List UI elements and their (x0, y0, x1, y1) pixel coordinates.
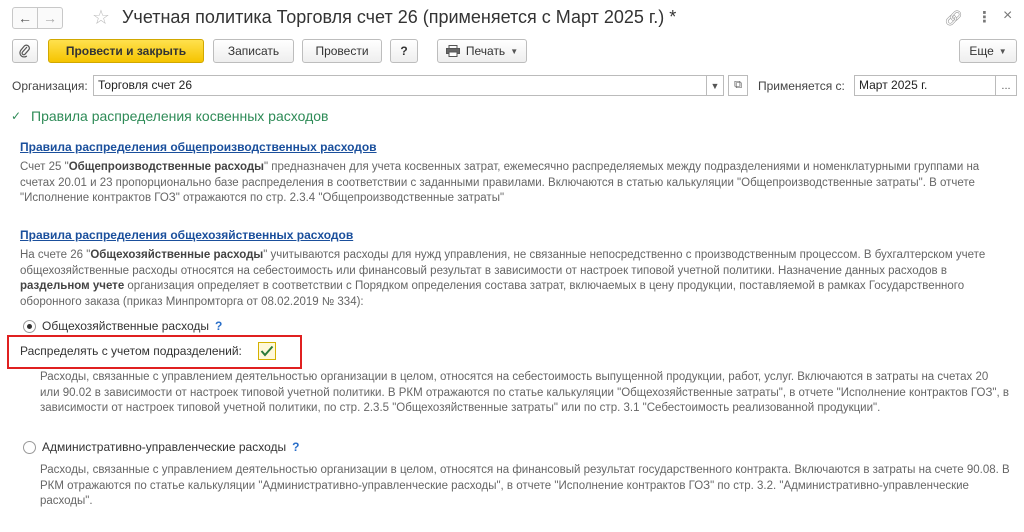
help-button[interactable]: ? (390, 39, 418, 63)
chevron-down-icon: ✓ (11, 109, 22, 123)
post-and-close-button[interactable]: Провести и закрыть (48, 39, 204, 63)
post-button[interactable]: Провести (302, 39, 382, 63)
overhead-rules-link[interactable]: Правила распределения общепроизводственн… (20, 140, 377, 154)
applies-from-select-button[interactable]: ... (995, 75, 1017, 96)
organization-dropdown-button[interactable]: ▼ (706, 75, 724, 96)
admin-expenses-description: Расходы, связанные с управлением деятель… (40, 464, 1010, 507)
help-icon[interactable]: ? (292, 440, 299, 454)
title-bar: ← → ☆ Учетная политика Торговля счет 26 … (0, 0, 1024, 36)
print-button[interactable]: Печать ▼ (437, 39, 527, 63)
organization-label: Организация: (12, 79, 88, 93)
general-expenses-description: Расходы, связанные с управлением деятель… (40, 371, 1009, 414)
paperclip-icon (19, 44, 30, 58)
chevron-down-icon: ▼ (710, 80, 720, 91)
overhead-description: Счет 25 "Общепроизводственные расходы" п… (20, 161, 980, 204)
admin-expenses-option: Административно-управленческие расходы? (42, 440, 300, 454)
arrow-left-icon: ← (18, 10, 32, 26)
chevron-down-icon: ▼ (510, 46, 519, 56)
general-expenses-radio[interactable] (23, 320, 36, 333)
applies-from-label: Применяется с: (758, 79, 845, 93)
admin-expenses-radio[interactable] (23, 441, 36, 454)
window-title: Учетная политика Торговля счет 26 (приме… (122, 7, 677, 27)
forward-button[interactable]: → (37, 7, 63, 29)
help-icon[interactable]: ? (215, 319, 222, 333)
more-vertical-icon[interactable]: ⋮ (977, 8, 992, 26)
check-icon (260, 345, 274, 357)
open-form-icon: ⧉ (734, 79, 742, 91)
section-title: Правила распределения косвенных расходов (31, 108, 329, 124)
back-button[interactable]: ← (12, 7, 38, 29)
save-button[interactable]: Записать (213, 39, 294, 63)
organization-open-button[interactable]: ⧉ (728, 75, 748, 96)
applies-from-field[interactable]: Март 2025 г. (854, 75, 996, 96)
chevron-down-icon: ▼ (998, 46, 1007, 56)
more-button[interactable]: Еще ▼ (959, 39, 1017, 63)
distribute-by-division-label: Распределять с учетом подразделений: (20, 344, 242, 358)
favorite-star-icon[interactable]: ☆ (92, 5, 110, 30)
print-button-label: Печать (465, 44, 506, 58)
printer-icon (445, 45, 460, 57)
close-icon[interactable]: × (1003, 7, 1012, 25)
general-expenses-option: Общехозяйственные расходы? (42, 319, 223, 333)
general-rules-link[interactable]: Правила распределения общехозяйственных … (20, 228, 353, 242)
arrow-right-icon: → (43, 10, 57, 26)
distribute-by-division-checkbox[interactable] (258, 342, 276, 360)
general-description: На счете 26 "Общехозяйственные расходы" … (20, 249, 986, 308)
organization-field[interactable]: Торговля счет 26 (93, 75, 707, 96)
attach-button[interactable] (12, 39, 38, 63)
link-icon[interactable]: 🔗︎ (944, 9, 963, 27)
more-button-label: Еще (969, 44, 994, 58)
section-header[interactable]: ✓ Правила распределения косвенных расход… (11, 108, 328, 124)
